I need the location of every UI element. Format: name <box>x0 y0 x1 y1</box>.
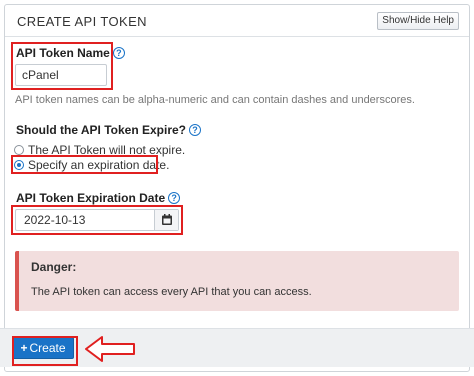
panel-title: CREATE API TOKEN <box>17 14 147 29</box>
radio-circle-no-expire[interactable] <box>14 145 24 155</box>
question-circle-icon[interactable]: ? <box>189 124 202 136</box>
panel-header: CREATE API TOKEN Show/Hide Help <box>5 5 469 37</box>
show-hide-help-button[interactable]: Show/Hide Help <box>377 12 459 30</box>
expire-label-row: Should the API Token Expire?? <box>16 123 202 137</box>
highlight-box-expiration-date <box>11 205 183 235</box>
question-circle-icon[interactable]: ? <box>168 192 181 204</box>
danger-title: Danger: <box>31 260 77 274</box>
expiration-date-label-row: API Token Expiration Date? <box>16 191 181 205</box>
danger-message: The API token can access every API that … <box>31 286 312 298</box>
question-circle-icon[interactable]: ? <box>112 47 125 59</box>
highlight-box-specify-date <box>11 155 158 174</box>
token-name-hint: API token names can be alpha-numeric and… <box>15 94 415 106</box>
highlight-box-token-name <box>11 42 113 90</box>
expire-label: Should the API Token Expire? <box>16 123 187 137</box>
highlight-box-create <box>12 336 78 366</box>
expiration-date-label: API Token Expiration Date <box>16 191 166 205</box>
left-arrow-icon <box>85 336 135 362</box>
danger-alert: Danger: The API token can access every A… <box>15 251 459 311</box>
